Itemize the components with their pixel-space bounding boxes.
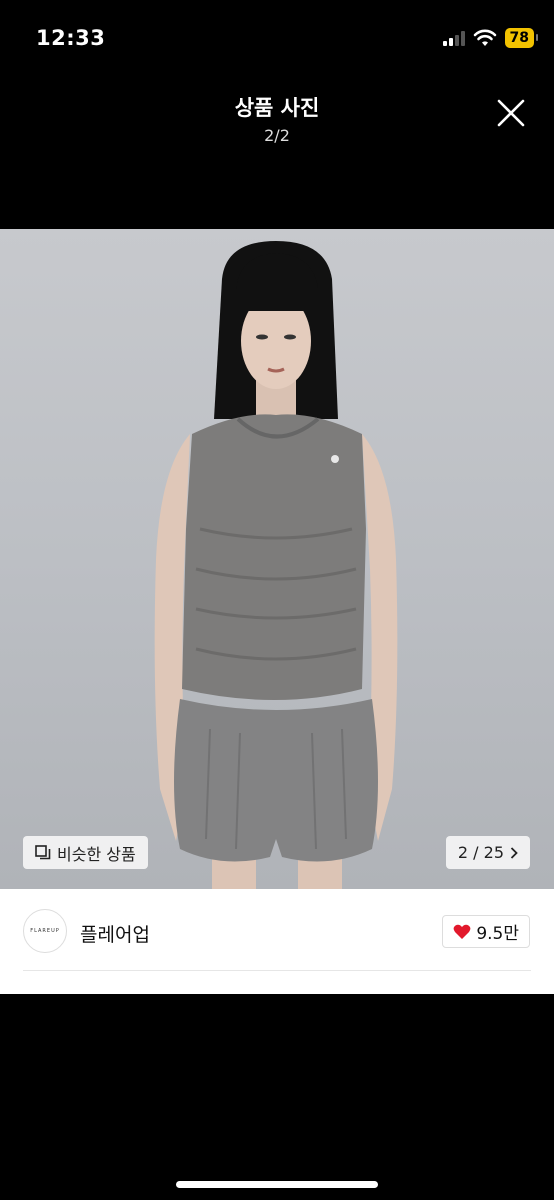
wifi-icon	[473, 29, 496, 46]
similar-products-label: 비슷한 상품	[57, 844, 136, 864]
store-bar: FLAREUP 플레어업 9.5만	[0, 889, 554, 994]
image-page-counter[interactable]: 2 / 25	[445, 836, 530, 869]
photo-counter: 2/2	[264, 126, 290, 145]
like-count: 9.5만	[476, 924, 519, 944]
page-title: 상품 사진	[234, 96, 320, 120]
battery-indicator: 78	[504, 28, 539, 48]
page-counter-label: 2 / 25	[457, 843, 504, 862]
like-button[interactable]: 9.5만	[442, 915, 530, 948]
cellular-signal-icon	[442, 30, 465, 46]
store-logo-text: FLAREUP	[30, 928, 60, 934]
product-photo[interactable]	[0, 229, 554, 889]
close-icon[interactable]	[494, 96, 528, 130]
status-time: 12:33	[36, 26, 106, 50]
heart-icon	[453, 924, 471, 939]
status-bar: 12:33 78	[0, 0, 554, 80]
model-illustration	[154, 241, 398, 889]
status-icons: 78	[442, 28, 539, 48]
divider	[23, 970, 531, 971]
store-name[interactable]: 플레어업	[80, 920, 150, 947]
chevron-right-icon	[510, 846, 518, 859]
similar-products-button[interactable]: 비슷한 상품	[23, 836, 148, 869]
viewer-header: 상품 사진 2/2	[0, 88, 554, 158]
home-indicator	[176, 1181, 378, 1188]
copy-icon	[35, 844, 51, 859]
store-logo[interactable]: FLAREUP	[23, 909, 67, 953]
